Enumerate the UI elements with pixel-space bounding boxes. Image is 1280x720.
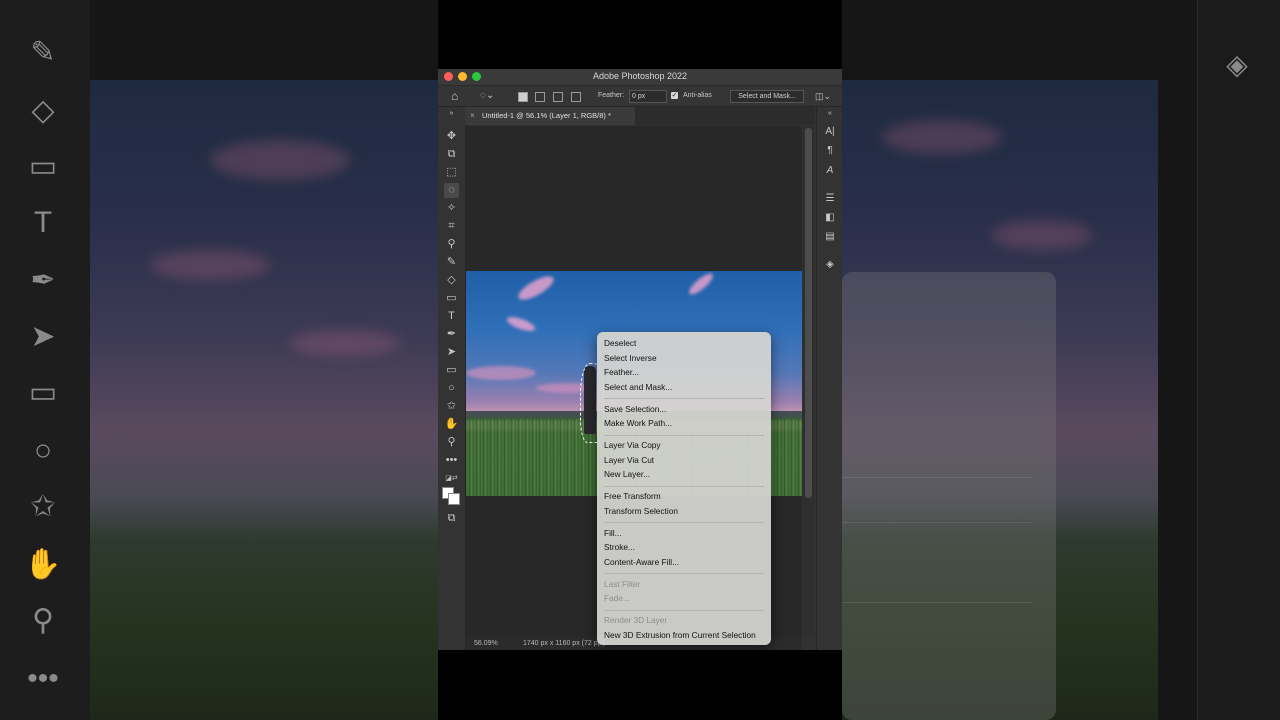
select-and-mask-button[interactable]: Select and Mask...	[730, 90, 804, 103]
rectangle-icon: ▭	[28, 376, 58, 409]
eyedropper-tool-icon[interactable]: ⚲	[444, 237, 459, 252]
document-info: 1740 px x 1160 px (72 ppi)	[523, 640, 606, 647]
options-bar: ⌂ ◌⌄ Feather: 0 px ✓ Anti-alias Select a…	[438, 86, 842, 107]
background-photo	[90, 80, 438, 720]
home-icon[interactable]: ⌂	[451, 86, 458, 106]
menu-separator	[604, 485, 764, 487]
pen-icon: ✒	[30, 264, 56, 297]
custom-shape-tool-icon[interactable]: ✩	[444, 399, 459, 414]
gradient-tool-icon[interactable]: ▭	[444, 291, 459, 306]
lasso-tool-icon[interactable]: ◌	[444, 183, 459, 198]
marquee-tool-icon[interactable]: ⬚	[444, 165, 459, 180]
background-menu-ghost	[842, 272, 1056, 720]
anti-alias-label: Anti-alias	[683, 92, 712, 99]
workspace-icon[interactable]: ◫⌄	[815, 86, 831, 106]
title-bar: Adobe Photoshop 2022	[438, 69, 842, 86]
background-right-panel: ◈	[1197, 0, 1280, 720]
menu-item-stroke[interactable]: Stroke...	[604, 541, 635, 553]
zoom-icon: ⚲	[32, 604, 54, 637]
paragraph-panel-icon[interactable]: ¶	[822, 143, 838, 159]
menu-item-deselect[interactable]: Deselect	[604, 337, 636, 349]
document-tab-bar: × Untitled-1 @ 56.1% (Layer 1, RGB/8) *	[465, 107, 815, 125]
intersect-selection-icon[interactable]	[571, 92, 581, 102]
close-tab-icon[interactable]: ×	[470, 107, 475, 125]
menu-item-render-3d-layer: Render 3D Layer	[604, 615, 668, 625]
menu-item-last-filter: Last Filter	[604, 578, 641, 589]
eraser-tool-icon[interactable]: ◇	[444, 273, 459, 288]
star-icon: ✩	[30, 490, 56, 523]
menu-item-content-aware-fill[interactable]: Content-Aware Fill...	[604, 556, 679, 568]
menu-separator	[604, 398, 764, 399]
menu-item-layer-via-cut[interactable]: Layer Via Cut	[604, 454, 654, 466]
panel-dock: « A| ¶ A ☰ ◧ ▤ ◈	[816, 107, 842, 650]
new-selection-icon[interactable]	[518, 92, 528, 102]
menu-item-feather[interactable]: Feather...	[604, 366, 639, 378]
context-menu: Deselect Select Inverse Feather... Select a…	[597, 332, 771, 645]
menu-separator	[604, 609, 764, 611]
adjustments-panel-icon[interactable]: ☰	[822, 191, 838, 207]
eraser-icon: ◇	[31, 94, 55, 127]
anti-alias-checkbox[interactable]: ✓	[671, 92, 678, 99]
feather-label: Feather:	[598, 92, 625, 99]
libraries-panel-icon[interactable]: ◧	[822, 210, 838, 226]
artboard-tool-icon[interactable]: ⧉	[444, 147, 459, 162]
ellipse-icon: ○	[33, 434, 53, 467]
brush-icon: ✎	[30, 36, 56, 69]
menu-item-save-selection[interactable]: Save Selection...	[604, 403, 666, 415]
menu-separator	[604, 573, 764, 574]
screen-mode-icon[interactable]: ⧉	[444, 511, 459, 526]
menu-item-new-layer[interactable]: New Layer...	[604, 468, 650, 480]
menu-separator	[604, 522, 764, 523]
hand-tool-icon[interactable]: ✋	[444, 417, 459, 432]
ellipse-tool-icon[interactable]: ○	[444, 381, 459, 396]
menu-item-free-transform[interactable]: Free Transform	[604, 490, 661, 502]
vertical-scrollbar[interactable]	[803, 126, 815, 637]
menu-item-fade: Fade...	[604, 593, 630, 603]
window-title: Adobe Photoshop 2022	[592, 71, 688, 81]
menu-item-make-work-path[interactable]: Make Work Path...	[604, 417, 672, 429]
path-selection-tool-icon[interactable]: ➤	[444, 345, 459, 360]
pen-tool-icon[interactable]: ✒	[444, 327, 459, 342]
menu-separator	[604, 434, 764, 436]
layers-panel-icon[interactable]: ◈	[822, 257, 838, 273]
subtract-selection-icon[interactable]	[553, 92, 563, 102]
menu-item-transform-selection[interactable]: Transform Selection	[604, 505, 678, 517]
default-colors-icon[interactable]: ◪⇄	[444, 471, 459, 486]
menu-item-select-inverse[interactable]: Select Inverse	[604, 352, 657, 364]
magic-wand-tool-icon[interactable]: ✧	[444, 201, 459, 216]
document-tab[interactable]: × Untitled-1 @ 56.1% (Layer 1, RGB/8) *	[465, 107, 635, 125]
menu-item-new-3d-extrusion-from-current-selection[interactable]: New 3D Extrusion from Current Selection	[604, 629, 756, 641]
crop-tool-icon[interactable]: ⌗	[444, 219, 459, 234]
background-blur-right: ◈	[842, 0, 1280, 720]
gradient-icon: ▭	[28, 150, 58, 183]
arrow-icon: ➤	[30, 320, 56, 353]
rectangle-tool-icon[interactable]: ▭	[444, 363, 459, 378]
background-color-swatch[interactable]	[448, 493, 460, 505]
collapse-toolbar-icon[interactable]: »	[444, 109, 459, 119]
type-icon: T	[33, 206, 53, 239]
hand-icon: ✋	[24, 548, 62, 581]
tools-panel: » ✥ ⧉ ⬚ ◌ ✧ ⌗ ⚲ ✎ ◇ ▭ T ✒ ➤ ▭ ○ ✩ ✋ ⚲ ••…	[438, 107, 466, 650]
menu-item-layer-via-copy[interactable]: Layer Via Copy	[604, 439, 661, 451]
brush-tool-icon[interactable]: ✎	[444, 255, 459, 270]
character-panel-icon[interactable]: A|	[822, 124, 838, 140]
feather-input[interactable]: 0 px	[629, 90, 667, 103]
properties-panel-icon[interactable]: ▤	[822, 229, 838, 245]
document-tab-title: Untitled-1 @ 56.1% (Layer 1, RGB/8) *	[482, 111, 611, 120]
lasso-preset-icon[interactable]: ◌⌄	[480, 86, 494, 106]
move-tool-icon[interactable]: ✥	[444, 129, 459, 144]
zoom-level[interactable]: 56.09%	[474, 637, 498, 650]
background-blur-left: ✎ ◇ ▭ T ✒ ➤ ▭ ○ ✩ ✋ ⚲ •••	[0, 0, 438, 720]
add-selection-icon[interactable]	[535, 92, 545, 102]
layers-icon: ◈	[1226, 49, 1248, 80]
zoom-tool-icon[interactable]: ⚲	[444, 435, 459, 450]
expand-panels-icon[interactable]: «	[822, 109, 838, 119]
type-tool-icon[interactable]: T	[444, 309, 459, 324]
more-tools-icon[interactable]: •••	[444, 453, 459, 468]
glyphs-panel-icon[interactable]: A	[822, 163, 838, 179]
more-icon: •••	[27, 662, 59, 695]
background-toolbar: ✎ ◇ ▭ T ✒ ➤ ▭ ○ ✩ ✋ ⚲ •••	[0, 0, 90, 720]
menu-item-select-and-mask[interactable]: Select and Mask...	[604, 381, 672, 393]
menu-item-fill[interactable]: Fill...	[604, 527, 622, 539]
